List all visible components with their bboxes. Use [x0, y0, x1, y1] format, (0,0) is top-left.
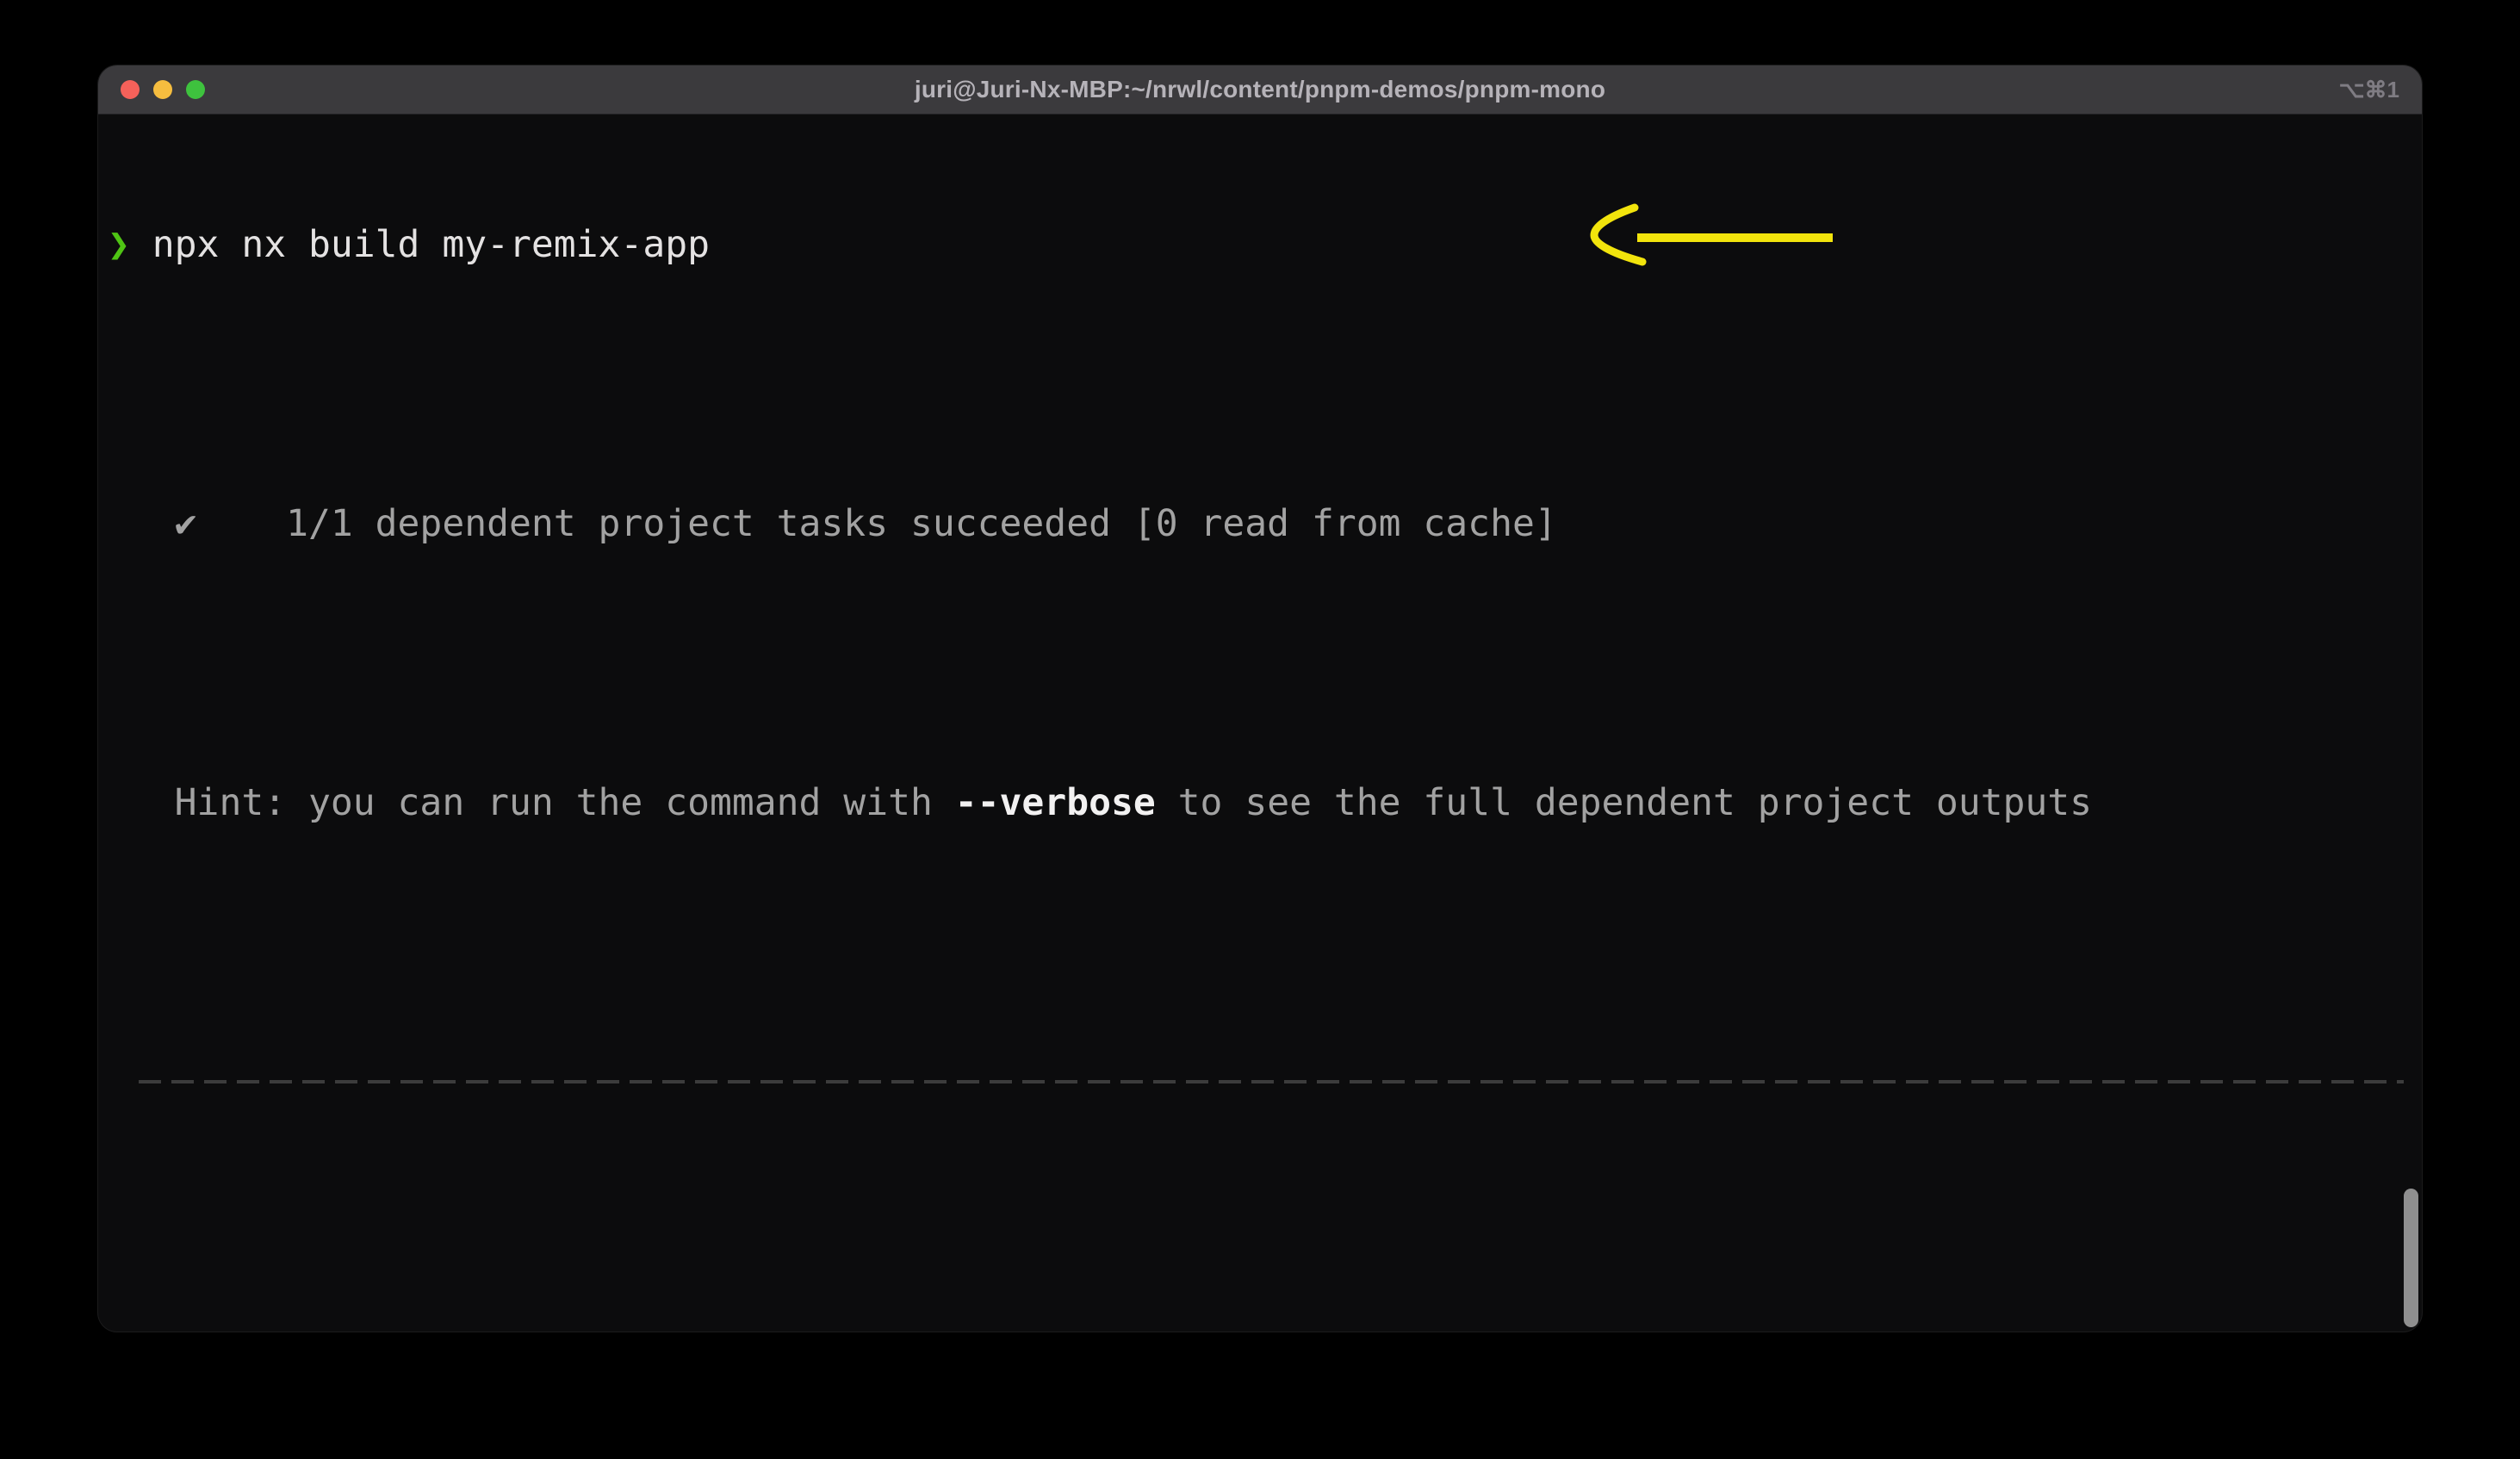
blank-line — [108, 919, 2422, 965]
blank-line — [108, 361, 2422, 407]
separator-row — [108, 1059, 2422, 1105]
hint-text-post: to see the full dependent project output… — [1156, 781, 2092, 824]
window-title: juri@Juri-Nx-MBP:~/nrwl/content/pnpm-dem… — [98, 76, 2422, 103]
blank-line — [108, 640, 2422, 686]
blank-line — [108, 1198, 2422, 1245]
hint-text-pre: Hint: you can run the command with — [108, 781, 955, 824]
scrollbar-thumb[interactable] — [2404, 1189, 2418, 1327]
command-line: ❯ npx nx build my-remix-app — [108, 221, 2422, 268]
hint-line: Hint: you can run the command with --ver… — [108, 779, 2422, 826]
desktop-background: juri@Juri-Nx-MBP:~/nrwl/content/pnpm-dem… — [0, 0, 2520, 1459]
prompt-chevron-icon: ❯ — [108, 223, 130, 266]
command-text: npx nx build my-remix-app — [130, 223, 710, 266]
close-button[interactable] — [121, 80, 140, 99]
tasks-succeeded-line: ✔ 1/1 dependent project tasks succeeded … — [108, 500, 2422, 547]
verbose-flag: --verbose — [955, 781, 1156, 824]
titlebar[interactable]: juri@Juri-Nx-MBP:~/nrwl/content/pnpm-dem… — [98, 65, 2422, 115]
traffic-lights — [121, 65, 205, 114]
zoom-button[interactable] — [186, 80, 205, 99]
terminal-content[interactable]: ❯ npx nx build my-remix-app ✔ 1/1 depend… — [98, 115, 2422, 1332]
gray-dashed-separator — [139, 1080, 2404, 1083]
terminal-window: juri@Juri-Nx-MBP:~/nrwl/content/pnpm-dem… — [98, 65, 2422, 1332]
tab-shortcut-label: ⌥⌘1 — [2339, 77, 2399, 103]
minimize-button[interactable] — [153, 80, 172, 99]
